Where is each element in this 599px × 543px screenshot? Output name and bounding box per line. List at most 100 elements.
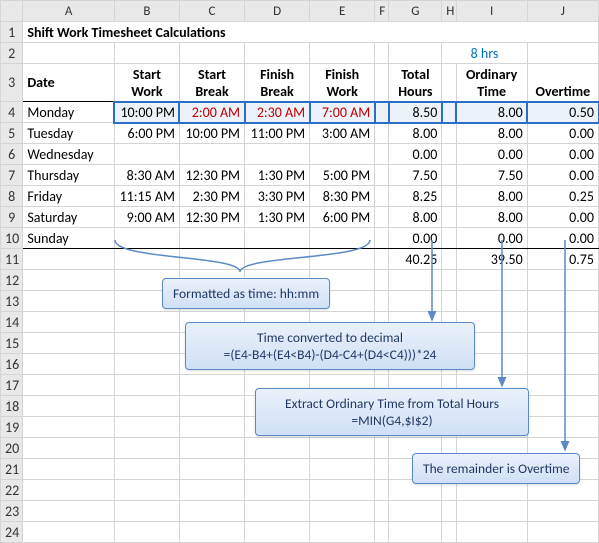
row-header[interactable]: 1	[1, 22, 23, 43]
cell[interactable]	[456, 270, 527, 291]
cell[interactable]	[23, 417, 115, 438]
total-hours-cell[interactable]: 7.50	[389, 165, 442, 186]
row-header[interactable]: 17	[1, 375, 23, 396]
col-header[interactable]: B	[114, 1, 179, 22]
ordinary-cell[interactable]: 0.00	[456, 144, 527, 165]
cell[interactable]	[179, 417, 244, 438]
cell[interactable]	[442, 249, 456, 270]
cell[interactable]	[23, 249, 115, 270]
day-cell[interactable]: Saturday	[23, 207, 115, 228]
row-header[interactable]: 22	[1, 480, 23, 501]
day-cell[interactable]: Sunday	[23, 228, 115, 249]
col-header[interactable]: F	[375, 1, 389, 22]
start-break-cell[interactable]: 10:00 PM	[179, 123, 244, 144]
cell[interactable]	[375, 228, 389, 249]
finish-break-cell[interactable]	[245, 228, 310, 249]
cell[interactable]	[375, 64, 389, 102]
cell[interactable]	[23, 354, 115, 375]
start-break-cell[interactable]: 2:00 AM	[179, 102, 244, 123]
cell[interactable]	[442, 522, 456, 543]
total-hours-cell[interactable]: 8.50	[389, 102, 442, 123]
cell[interactable]	[114, 501, 179, 522]
cell[interactable]	[527, 375, 598, 396]
cell[interactable]	[442, 64, 456, 102]
cell[interactable]	[23, 333, 115, 354]
row-header[interactable]: 15	[1, 333, 23, 354]
finish-work-cell[interactable]: 3:00 AM	[310, 123, 375, 144]
cell[interactable]	[179, 459, 244, 480]
overtime-cell[interactable]: 0.00	[527, 144, 598, 165]
cell[interactable]	[23, 312, 115, 333]
ordinary-cell[interactable]: 8.00	[456, 102, 527, 123]
cell[interactable]	[375, 438, 389, 459]
cell[interactable]	[527, 522, 598, 543]
col-header[interactable]: C	[179, 1, 244, 22]
finish-break-cell[interactable]: 2:30 AM	[245, 102, 310, 123]
col-header[interactable]: I	[456, 1, 527, 22]
col-header[interactable]: D	[245, 1, 310, 22]
cell[interactable]	[389, 522, 442, 543]
ordinary-cell[interactable]: 8.00	[456, 186, 527, 207]
start-work-cell[interactable]: 6:00 PM	[114, 123, 179, 144]
total-hours-cell[interactable]: 8.00	[389, 207, 442, 228]
cell[interactable]	[114, 480, 179, 501]
finish-work-cell[interactable]	[310, 228, 375, 249]
ordinary-cell[interactable]: 7.50	[456, 165, 527, 186]
cell[interactable]	[114, 396, 179, 417]
start-break-cell[interactable]	[179, 144, 244, 165]
finish-break-cell[interactable]	[245, 144, 310, 165]
day-cell[interactable]: Monday	[23, 102, 115, 123]
cell[interactable]	[375, 144, 389, 165]
cell[interactable]	[23, 438, 115, 459]
cell[interactable]	[442, 207, 456, 228]
row-header[interactable]: 16	[1, 354, 23, 375]
cell[interactable]	[527, 333, 598, 354]
day-cell[interactable]: Thursday	[23, 165, 115, 186]
row-header[interactable]: 24	[1, 522, 23, 543]
overtime-cell[interactable]: 0.00	[527, 207, 598, 228]
row-header[interactable]: 2	[1, 43, 23, 64]
cell[interactable]	[456, 501, 527, 522]
start-break-cell[interactable]: 2:30 PM	[179, 186, 244, 207]
cell[interactable]	[375, 270, 389, 291]
cell[interactable]	[23, 501, 115, 522]
day-cell[interactable]: Wednesday	[23, 144, 115, 165]
row-header[interactable]: 4	[1, 102, 23, 123]
cell[interactable]	[114, 522, 179, 543]
cell[interactable]	[442, 291, 456, 312]
cell[interactable]	[310, 480, 375, 501]
total-hours-cell[interactable]: 8.00	[389, 123, 442, 144]
cell[interactable]	[527, 396, 598, 417]
row-header[interactable]: 21	[1, 459, 23, 480]
cell[interactable]	[114, 333, 179, 354]
col-header[interactable]: H	[442, 1, 456, 22]
start-work-cell[interactable]	[114, 144, 179, 165]
start-work-cell[interactable]: 11:15 AM	[114, 186, 179, 207]
cell[interactable]	[389, 501, 442, 522]
cell[interactable]	[527, 43, 598, 64]
cell[interactable]	[527, 312, 598, 333]
cell[interactable]	[179, 249, 244, 270]
cell[interactable]	[456, 522, 527, 543]
cell[interactable]	[375, 501, 389, 522]
cell[interactable]	[114, 249, 179, 270]
start-break-cell[interactable]: 12:30 PM	[179, 165, 244, 186]
cell[interactable]	[179, 43, 244, 64]
row-header[interactable]: 23	[1, 501, 23, 522]
cell[interactable]	[389, 291, 442, 312]
callout-ordinary-formula[interactable]: Extract Ordinary Time from Total Hours =…	[255, 388, 529, 436]
cell[interactable]	[23, 291, 115, 312]
cell[interactable]	[375, 249, 389, 270]
finish-work-cell[interactable]: 5:00 PM	[310, 165, 375, 186]
row-header[interactable]: 3	[1, 64, 23, 102]
cell[interactable]	[114, 354, 179, 375]
finish-work-cell[interactable]: 7:00 AM	[310, 102, 375, 123]
cell[interactable]	[114, 375, 179, 396]
cell[interactable]	[527, 270, 598, 291]
overtime-cell[interactable]: 0.25	[527, 186, 598, 207]
cell[interactable]	[179, 501, 244, 522]
cell[interactable]	[375, 43, 389, 64]
cell[interactable]	[442, 165, 456, 186]
cell[interactable]	[114, 312, 179, 333]
day-cell[interactable]: Tuesday	[23, 123, 115, 144]
